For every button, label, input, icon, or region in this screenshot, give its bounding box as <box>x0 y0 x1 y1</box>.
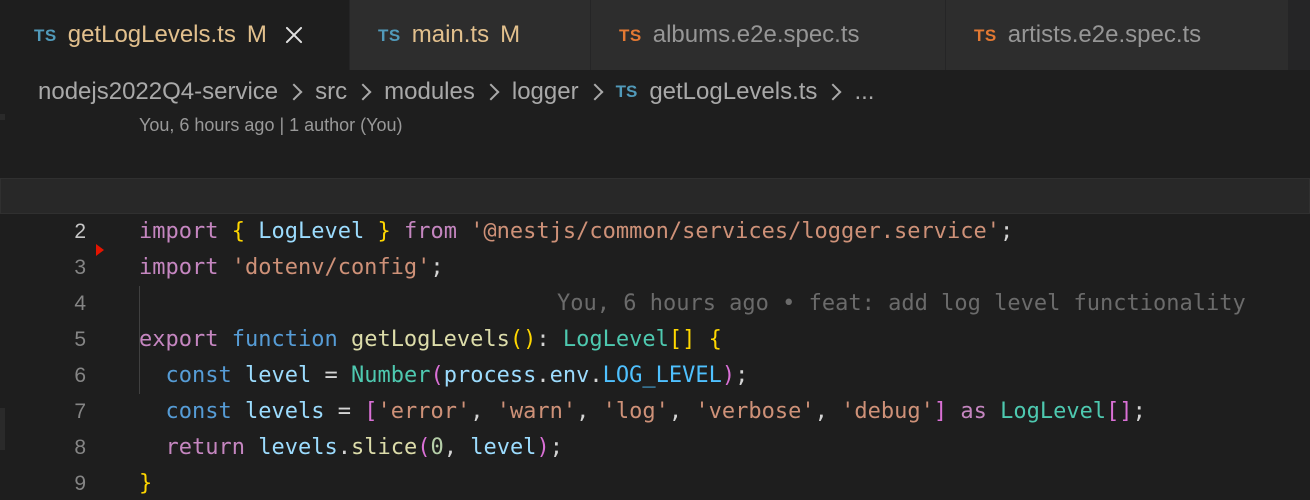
code-line: 9 <box>0 430 1310 495</box>
line-content: } <box>139 466 152 500</box>
code-area[interactable]: 1 import { LogLevel } from '@nestjs/comm… <box>0 142 1310 496</box>
tab-artists-spec[interactable]: TS artists.e2e.spec.ts <box>946 0 1289 70</box>
breadcrumb-item-more[interactable]: ... <box>854 78 874 106</box>
tab-label: albums.e2e.spec.ts <box>652 21 860 48</box>
chevron-right-icon <box>824 83 842 101</box>
typescript-file-icon: TS <box>615 82 638 101</box>
close-icon[interactable] <box>283 24 305 46</box>
tab-bar: TS getLogLevels.ts M TS main.ts M TS alb… <box>0 0 1310 70</box>
chevron-right-icon <box>285 83 303 101</box>
chevron-right-icon <box>354 83 372 101</box>
code-line: 6 const levels = ['error', 'warn', 'log'… <box>0 322 1310 424</box>
code-line: 5 const level = Number(process.env.LOG_L… <box>0 286 1310 388</box>
chevron-right-icon <box>586 83 604 101</box>
code-line: 4 export function getLogLevels(): LogLev… <box>0 250 1310 352</box>
code-line: 1 import { LogLevel } from '@nestjs/comm… <box>0 142 1310 244</box>
code-editor: TS getLogLevels.ts M TS main.ts M TS alb… <box>0 0 1310 500</box>
modified-indicator: M <box>500 21 521 48</box>
token: } <box>139 471 153 496</box>
tab-main[interactable]: TS main.ts M <box>350 0 591 70</box>
tab-label: artists.e2e.spec.ts <box>1007 21 1202 48</box>
code-line: 7 return levels.slice(0, level); <box>0 358 1310 460</box>
indent-guide <box>139 286 140 394</box>
tab-getloglevels[interactable]: TS getLogLevels.ts M <box>0 0 350 70</box>
tab-label: main.ts <box>411 21 490 48</box>
code-line: 3 <box>0 214 1310 279</box>
tab-label: getLogLevels.ts <box>67 21 236 48</box>
breadcrumb-item-logger[interactable]: logger <box>512 78 579 106</box>
typescript-file-icon: TS <box>378 25 401 45</box>
line-number: 9 <box>74 472 86 495</box>
chevron-right-icon <box>482 83 500 101</box>
breadcrumb-item-file[interactable]: getLogLevels.ts <box>649 78 817 106</box>
breadcrumb-item-src[interactable]: src <box>315 78 347 106</box>
breadcrumb-item-modules[interactable]: modules <box>384 78 475 106</box>
code-line-current: 2 import 'dotenv/config'; You, 6 hours a… <box>0 178 1310 316</box>
modified-indicator: M <box>246 21 267 48</box>
typescript-test-file-icon: TS <box>619 25 642 45</box>
code-line: 8 } <box>0 394 1310 496</box>
breadcrumb-item-project[interactable]: nodejs2022Q4-service <box>38 78 278 106</box>
codelens-authors[interactable]: You, 6 hours ago | 1 author (You) <box>139 115 403 136</box>
scroll-shadow <box>0 114 5 120</box>
typescript-file-icon: TS <box>34 25 57 45</box>
tab-albums-spec[interactable]: TS albums.e2e.spec.ts <box>591 0 946 70</box>
breadcrumb: nodejs2022Q4-service src modules logger … <box>0 70 1310 114</box>
typescript-test-file-icon: TS <box>974 25 997 45</box>
